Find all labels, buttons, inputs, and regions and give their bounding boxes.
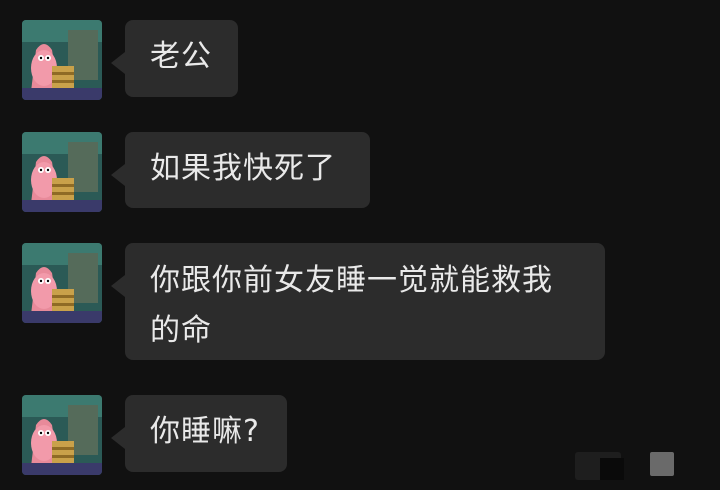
message-bubble[interactable]: 如果我快死了 (111, 132, 370, 208)
avatar[interactable] (22, 243, 102, 323)
message-text: 你跟你前女友睡一觉就能救我的命 (150, 263, 553, 348)
message-text: 老公 (150, 39, 212, 74)
avatar[interactable] (22, 20, 102, 100)
message-bubble[interactable]: 你跟你前女友睡一觉就能救我的命 (111, 243, 605, 360)
message-text: 你睡嘛? (150, 414, 260, 449)
message-bubble[interactable]: 你睡嘛? (111, 395, 287, 472)
avatar[interactable] (22, 395, 102, 475)
patrick-star-avatar-icon (22, 132, 102, 212)
message-text: 如果我快死了 (150, 151, 336, 186)
chat-area: 老公 如果我快死了 你跟你前女友睡一觉就能救我的命 你睡嘛? (0, 0, 720, 490)
redacted-block (600, 458, 624, 480)
message-bubble[interactable]: 老公 (111, 20, 238, 97)
redacted-block (650, 452, 674, 476)
patrick-star-avatar-icon (22, 243, 102, 323)
patrick-star-avatar-icon (22, 395, 102, 475)
avatar[interactable] (22, 132, 102, 212)
patrick-star-avatar-icon (22, 20, 102, 100)
